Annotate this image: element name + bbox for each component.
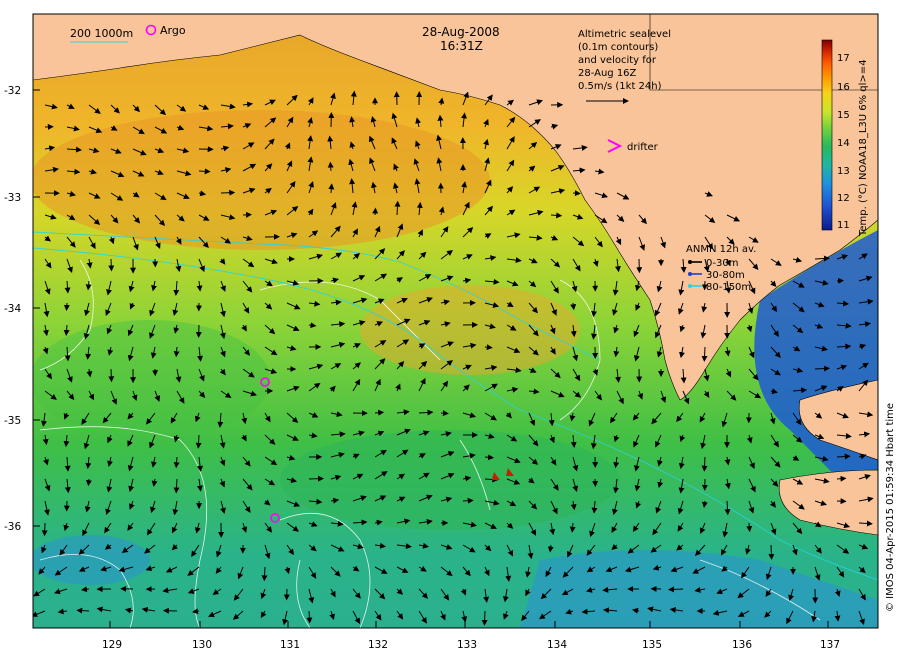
- x-tick-label: 132: [368, 639, 388, 651]
- velocity-arrow: [85, 478, 92, 487]
- x-tick-label: 136: [732, 639, 752, 651]
- velocity-arrow: [108, 368, 115, 383]
- velocity-arrow: [572, 190, 581, 197]
- velocity-arrow: [327, 161, 334, 172]
- y-tick-label: -36: [4, 521, 21, 533]
- x-tick-label: 133: [457, 639, 477, 651]
- x-tick-label: 131: [280, 639, 300, 651]
- velocity-arrow: [814, 365, 830, 372]
- x-tick-label: 130: [192, 639, 212, 651]
- velocity-arrow: [550, 212, 563, 219]
- map-time: 16:31Z: [440, 39, 483, 53]
- velocity-arrow: [701, 456, 708, 472]
- velocity-arrow: [195, 434, 202, 449]
- colorbar-tick: 17: [837, 53, 850, 64]
- velocity-arrow: [701, 346, 708, 362]
- x-tick-label: 135: [642, 639, 662, 651]
- drifter-label: drifter: [627, 142, 659, 153]
- colorbar-tick: 15: [837, 110, 850, 121]
- velocity-arrow: [76, 607, 90, 614]
- velocity-arrow: [41, 522, 48, 537]
- velocity-arrow: [481, 610, 488, 626]
- colorbar-tick: 13: [837, 166, 850, 177]
- map-date: 28-Aug-2008: [422, 25, 500, 39]
- velocity-arrow: [261, 566, 268, 582]
- argo-label: Argo: [160, 24, 186, 37]
- velocity-arrow: [394, 200, 401, 216]
- y-tick-label: -32: [4, 85, 21, 97]
- y-tick-label: -35: [4, 415, 21, 427]
- velocity-arrow: [768, 544, 775, 560]
- velocity-arrow: [63, 302, 70, 311]
- velocity-arrow: [198, 168, 211, 175]
- x-tick-label: 137: [820, 639, 840, 651]
- velocity-arrow: [668, 586, 684, 593]
- y-tick-label: -34: [4, 303, 21, 315]
- cool-water-patch: [33, 320, 270, 440]
- anmn-item-label: 30-80m: [706, 270, 745, 281]
- y-tick-label: -33: [4, 192, 21, 204]
- velocity-arrow: [372, 207, 379, 216]
- velocity-arrow: [308, 475, 324, 482]
- cool-water-patch-south: [280, 430, 620, 530]
- velocity-arrow: [374, 409, 385, 416]
- x-tick-label: 129: [102, 639, 122, 651]
- colorbar-tick: 11: [837, 220, 850, 231]
- velocity-arrow: [836, 475, 847, 482]
- colorbar-scale: [821, 39, 833, 231]
- colorbar-tick: 12: [837, 193, 850, 204]
- x-tick-label: 134: [547, 639, 567, 651]
- velocity-arrow: [462, 497, 474, 504]
- altimetry-line: 28-Aug 16Z: [578, 68, 637, 79]
- velocity-arrow: [328, 183, 335, 194]
- anmn-title: ANMN 12h av.: [686, 244, 756, 255]
- colorbar-tick: 16: [837, 82, 850, 93]
- velocity-arrow: [108, 258, 115, 272]
- altimetry-line: 0.5m/s (1kt 24h): [578, 81, 662, 92]
- altimetry-line: Altimetric sealevel: [578, 29, 671, 40]
- velocity-arrow: [440, 410, 449, 417]
- credit-text: © IMOS 04-Apr-2015 01:59:34 Hbart time: [885, 403, 896, 612]
- anmn-item-label: 80-150m: [706, 282, 751, 293]
- velocity-arrow: [306, 610, 313, 624]
- warm-water-patch-east: [360, 285, 580, 375]
- isobath-label: 200 1000m: [70, 27, 133, 40]
- anmn-item-label: 0-30m: [706, 258, 738, 269]
- colorbar-label: Temp. (°C) NOAA18_L3U 6% ql>=4: [858, 59, 869, 237]
- velocity-arrow: [746, 522, 753, 533]
- velocity-arrow: [484, 344, 493, 351]
- cold-patch-west: [33, 535, 150, 585]
- altimetry-line: and velocity for: [578, 55, 657, 66]
- colorbar-tick: 14: [837, 138, 850, 149]
- velocity-arrow: [220, 189, 236, 196]
- altimetry-line: (0.1m contours): [578, 42, 658, 53]
- sst-map: -32 -33 -34 -35 -36 129 130 131 132 133 …: [4, 13, 896, 651]
- plot-area: [33, 14, 878, 628]
